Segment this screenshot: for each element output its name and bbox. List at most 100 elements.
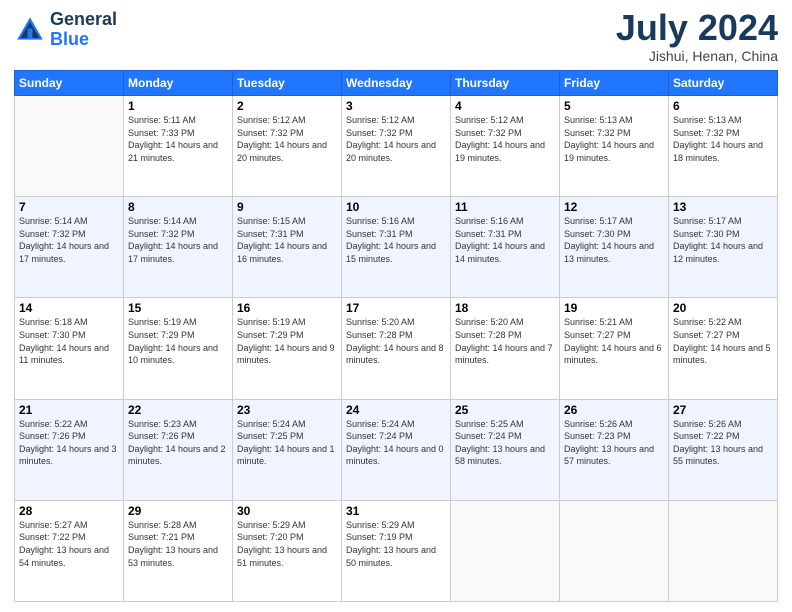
day-cell: 17Sunrise: 5:20 AM Sunset: 7:28 PM Dayli… — [342, 298, 451, 399]
day-info: Sunrise: 5:29 AM Sunset: 7:20 PM Dayligh… — [237, 519, 337, 569]
calendar-table: Sunday Monday Tuesday Wednesday Thursday… — [14, 70, 778, 602]
day-cell — [560, 500, 669, 601]
day-info: Sunrise: 5:14 AM Sunset: 7:32 PM Dayligh… — [128, 215, 228, 265]
logo-general: General — [50, 9, 117, 29]
day-cell: 24Sunrise: 5:24 AM Sunset: 7:24 PM Dayli… — [342, 399, 451, 500]
header-saturday: Saturday — [669, 71, 778, 96]
day-info: Sunrise: 5:18 AM Sunset: 7:30 PM Dayligh… — [19, 316, 119, 366]
day-info: Sunrise: 5:25 AM Sunset: 7:24 PM Dayligh… — [455, 418, 555, 468]
day-info: Sunrise: 5:12 AM Sunset: 7:32 PM Dayligh… — [455, 114, 555, 164]
day-number: 22 — [128, 403, 228, 417]
day-cell: 19Sunrise: 5:21 AM Sunset: 7:27 PM Dayli… — [560, 298, 669, 399]
day-cell: 5Sunrise: 5:13 AM Sunset: 7:32 PM Daylig… — [560, 96, 669, 197]
day-cell: 25Sunrise: 5:25 AM Sunset: 7:24 PM Dayli… — [451, 399, 560, 500]
day-cell: 11Sunrise: 5:16 AM Sunset: 7:31 PM Dayli… — [451, 197, 560, 298]
day-number: 17 — [346, 301, 446, 315]
header: General Blue July 2024 Jishui, Henan, Ch… — [14, 10, 778, 64]
day-info: Sunrise: 5:24 AM Sunset: 7:25 PM Dayligh… — [237, 418, 337, 468]
day-cell: 7Sunrise: 5:14 AM Sunset: 7:32 PM Daylig… — [15, 197, 124, 298]
day-info: Sunrise: 5:20 AM Sunset: 7:28 PM Dayligh… — [455, 316, 555, 366]
day-cell: 22Sunrise: 5:23 AM Sunset: 7:26 PM Dayli… — [124, 399, 233, 500]
day-cell: 1Sunrise: 5:11 AM Sunset: 7:33 PM Daylig… — [124, 96, 233, 197]
day-info: Sunrise: 5:26 AM Sunset: 7:22 PM Dayligh… — [673, 418, 773, 468]
day-cell: 13Sunrise: 5:17 AM Sunset: 7:30 PM Dayli… — [669, 197, 778, 298]
day-cell: 9Sunrise: 5:15 AM Sunset: 7:31 PM Daylig… — [233, 197, 342, 298]
day-cell: 10Sunrise: 5:16 AM Sunset: 7:31 PM Dayli… — [342, 197, 451, 298]
day-cell: 26Sunrise: 5:26 AM Sunset: 7:23 PM Dayli… — [560, 399, 669, 500]
day-cell: 18Sunrise: 5:20 AM Sunset: 7:28 PM Dayli… — [451, 298, 560, 399]
day-info: Sunrise: 5:28 AM Sunset: 7:21 PM Dayligh… — [128, 519, 228, 569]
day-cell: 31Sunrise: 5:29 AM Sunset: 7:19 PM Dayli… — [342, 500, 451, 601]
day-number: 2 — [237, 99, 337, 113]
day-cell: 8Sunrise: 5:14 AM Sunset: 7:32 PM Daylig… — [124, 197, 233, 298]
day-number: 15 — [128, 301, 228, 315]
day-number: 4 — [455, 99, 555, 113]
header-monday: Monday — [124, 71, 233, 96]
day-info: Sunrise: 5:27 AM Sunset: 7:22 PM Dayligh… — [19, 519, 119, 569]
day-cell: 30Sunrise: 5:29 AM Sunset: 7:20 PM Dayli… — [233, 500, 342, 601]
day-info: Sunrise: 5:29 AM Sunset: 7:19 PM Dayligh… — [346, 519, 446, 569]
day-info: Sunrise: 5:13 AM Sunset: 7:32 PM Dayligh… — [564, 114, 664, 164]
day-info: Sunrise: 5:16 AM Sunset: 7:31 PM Dayligh… — [346, 215, 446, 265]
day-cell: 6Sunrise: 5:13 AM Sunset: 7:32 PM Daylig… — [669, 96, 778, 197]
day-info: Sunrise: 5:22 AM Sunset: 7:26 PM Dayligh… — [19, 418, 119, 468]
day-cell: 16Sunrise: 5:19 AM Sunset: 7:29 PM Dayli… — [233, 298, 342, 399]
day-number: 31 — [346, 504, 446, 518]
logo-blue: Blue — [50, 30, 117, 50]
day-number: 26 — [564, 403, 664, 417]
day-cell: 23Sunrise: 5:24 AM Sunset: 7:25 PM Dayli… — [233, 399, 342, 500]
day-info: Sunrise: 5:20 AM Sunset: 7:28 PM Dayligh… — [346, 316, 446, 366]
day-cell: 14Sunrise: 5:18 AM Sunset: 7:30 PM Dayli… — [15, 298, 124, 399]
day-cell: 15Sunrise: 5:19 AM Sunset: 7:29 PM Dayli… — [124, 298, 233, 399]
day-number: 20 — [673, 301, 773, 315]
day-number: 12 — [564, 200, 664, 214]
day-cell: 4Sunrise: 5:12 AM Sunset: 7:32 PM Daylig… — [451, 96, 560, 197]
week-row-2: 7 Sunrise: 5:14 AM Sunset: 7:32 PM Daylig… — [15, 197, 778, 298]
day-number: 7 — [19, 200, 119, 214]
day-info: Sunrise: 5:21 AM Sunset: 7:27 PM Dayligh… — [564, 316, 664, 366]
day-info: Sunrise: 5:17 AM Sunset: 7:30 PM Dayligh… — [673, 215, 773, 265]
day-number: 6 — [673, 99, 773, 113]
logo-icon — [14, 14, 46, 46]
day-info: Sunrise: 5:15 AM Sunset: 7:31 PM Dayligh… — [237, 215, 337, 265]
week-row-5: 28Sunrise: 5:27 AM Sunset: 7:22 PM Dayli… — [15, 500, 778, 601]
day-info: Sunrise: 5:12 AM Sunset: 7:32 PM Dayligh… — [346, 114, 446, 164]
day-cell: 21Sunrise: 5:22 AM Sunset: 7:26 PM Dayli… — [15, 399, 124, 500]
location: Jishui, Henan, China — [616, 48, 778, 64]
logo-text: General Blue — [50, 10, 117, 50]
day-cell: 27Sunrise: 5:26 AM Sunset: 7:22 PM Dayli… — [669, 399, 778, 500]
day-cell — [451, 500, 560, 601]
day-number: 29 — [128, 504, 228, 518]
day-info: Sunrise: 5:24 AM Sunset: 7:24 PM Dayligh… — [346, 418, 446, 468]
day-info: Sunrise: 5:19 AM Sunset: 7:29 PM Dayligh… — [128, 316, 228, 366]
day-number: 14 — [19, 301, 119, 315]
day-info: Sunrise: 5:12 AM Sunset: 7:32 PM Dayligh… — [237, 114, 337, 164]
logo: General Blue — [14, 10, 117, 50]
day-number: 30 — [237, 504, 337, 518]
week-row-4: 21Sunrise: 5:22 AM Sunset: 7:26 PM Dayli… — [15, 399, 778, 500]
day-info: Sunrise: 5:17 AM Sunset: 7:30 PM Dayligh… — [564, 215, 664, 265]
day-number: 18 — [455, 301, 555, 315]
day-info: Sunrise: 5:23 AM Sunset: 7:26 PM Dayligh… — [128, 418, 228, 468]
day-number: 24 — [346, 403, 446, 417]
day-cell — [15, 96, 124, 197]
day-number: 10 — [346, 200, 446, 214]
day-number: 28 — [19, 504, 119, 518]
title-block: July 2024 Jishui, Henan, China — [616, 10, 778, 64]
day-info: Sunrise: 5:13 AM Sunset: 7:32 PM Dayligh… — [673, 114, 773, 164]
day-info: Sunrise: 5:26 AM Sunset: 7:23 PM Dayligh… — [564, 418, 664, 468]
day-cell: 3Sunrise: 5:12 AM Sunset: 7:32 PM Daylig… — [342, 96, 451, 197]
header-tuesday: Tuesday — [233, 71, 342, 96]
day-number: 27 — [673, 403, 773, 417]
week-row-1: 1Sunrise: 5:11 AM Sunset: 7:33 PM Daylig… — [15, 96, 778, 197]
day-number: 25 — [455, 403, 555, 417]
day-info: Sunrise: 5:22 AM Sunset: 7:27 PM Dayligh… — [673, 316, 773, 366]
day-info: Sunrise: 5:19 AM Sunset: 7:29 PM Dayligh… — [237, 316, 337, 366]
header-sunday: Sunday — [15, 71, 124, 96]
day-number: 1 — [128, 99, 228, 113]
day-number: 16 — [237, 301, 337, 315]
day-cell: 2Sunrise: 5:12 AM Sunset: 7:32 PM Daylig… — [233, 96, 342, 197]
day-cell: 28Sunrise: 5:27 AM Sunset: 7:22 PM Dayli… — [15, 500, 124, 601]
day-number: 19 — [564, 301, 664, 315]
day-number: 11 — [455, 200, 555, 214]
